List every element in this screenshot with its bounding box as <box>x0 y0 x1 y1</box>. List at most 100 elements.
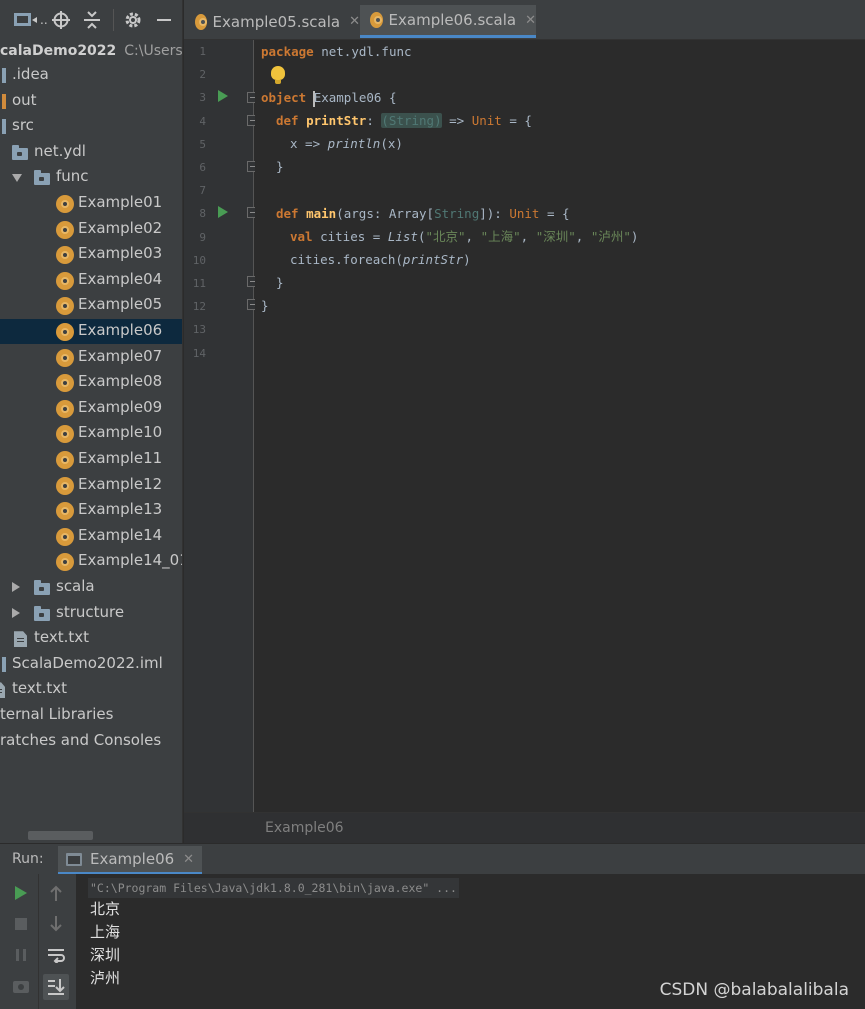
scala-object-icon <box>56 271 74 290</box>
tree-item[interactable]: Example14 <box>0 524 182 549</box>
scroll-to-end-icon[interactable] <box>43 974 69 1000</box>
line-number: 14 <box>192 346 206 360</box>
tab-label: Example06.scala <box>388 11 517 29</box>
scala-object-icon <box>56 374 74 393</box>
chevron-down-icon[interactable] <box>12 174 22 183</box>
tree-item[interactable]: out <box>0 89 182 114</box>
tree-item-label: Example11 <box>78 449 163 467</box>
tab-example05[interactable]: Example05.scala ✕ <box>192 5 360 38</box>
console-output-line: 北京 <box>90 900 121 918</box>
tree-item-scratches[interactable]: ratches and Consoles <box>0 729 182 754</box>
tree-item[interactable]: Example12 <box>0 473 182 498</box>
scala-file-icon <box>370 12 383 28</box>
tree-item[interactable]: Example09 <box>0 396 182 421</box>
close-icon[interactable]: ✕ <box>349 14 360 29</box>
project-toolbar: .. <box>0 0 182 40</box>
down-arrow-icon[interactable] <box>43 911 69 937</box>
tree-item-external-libraries[interactable]: ternal Libraries <box>0 703 182 728</box>
tree-item-label: net.ydl <box>34 141 86 160</box>
line-number: 11 <box>192 277 206 290</box>
pause-icon[interactable] <box>8 942 34 968</box>
close-icon[interactable]: ✕ <box>183 852 194 867</box>
minimize-icon[interactable] <box>156 9 172 31</box>
tree-item-label: out <box>12 90 37 109</box>
soft-wrap-icon[interactable] <box>43 942 69 968</box>
project-root-row[interactable]: calaDemo2022 C:\Users\ <box>0 38 182 63</box>
editor-tab-bar: Example05.scala ✕ Example06.scala ✕ <box>184 0 865 40</box>
text-file-icon <box>14 631 27 648</box>
gear-icon[interactable] <box>124 9 142 31</box>
chevron-right-icon[interactable] <box>12 582 20 592</box>
project-pane: .. calaDemo2022 C:\Users\ .idea out src net… <box>0 0 183 843</box>
tree-item[interactable]: Example04 <box>0 268 182 293</box>
tree-item[interactable]: Example10 <box>0 421 182 446</box>
line-number: 12 <box>192 300 206 314</box>
code-editor[interactable]: package net.ydl.func object Example06 { … <box>255 40 865 812</box>
tree-item[interactable]: text.txt <box>0 677 182 702</box>
tree-item-label: .idea <box>12 65 49 83</box>
tree-item[interactable]: structure <box>0 601 182 626</box>
line-number: 6 <box>199 161 206 174</box>
tree-item[interactable]: scala <box>0 575 182 600</box>
tab-label: Example05.scala <box>212 12 341 31</box>
breadcrumb[interactable]: Example06 <box>265 820 344 836</box>
line-number: 2 <box>199 68 206 82</box>
tree-item-label: Example08 <box>78 372 163 391</box>
camera-icon[interactable] <box>8 974 34 1000</box>
target-icon[interactable] <box>52 9 70 31</box>
rerun-icon[interactable] <box>8 880 34 906</box>
tree-item[interactable]: .idea <box>0 63 182 88</box>
tree-item[interactable]: Example02 <box>0 217 182 242</box>
up-arrow-icon[interactable] <box>43 880 69 906</box>
tree-item[interactable]: Example08 <box>0 370 182 395</box>
tree-item-label: Example12 <box>78 474 163 493</box>
console-icon <box>66 852 82 866</box>
tree-item[interactable]: src <box>0 114 182 139</box>
code-line-5: x => println(x) <box>290 136 403 151</box>
tree-item-label: text.txt <box>12 679 68 698</box>
tree-item[interactable]: net.ydl <box>0 140 182 165</box>
scala-object-icon <box>56 297 74 316</box>
tree-item[interactable]: Example13 <box>0 498 182 523</box>
scala-object-icon <box>56 527 74 546</box>
tree-item-label: Example04 <box>78 269 163 288</box>
tree-item[interactable]: Example11 <box>0 447 182 472</box>
tree-item[interactable]: Example03 <box>0 242 182 267</box>
folder-icon <box>2 68 6 83</box>
tree-item-label: Example13 <box>78 500 163 519</box>
run-tab-example06[interactable]: Example06 ✕ <box>58 846 203 875</box>
line-number: 9 <box>199 230 206 244</box>
tree-item[interactable]: Example05 <box>0 293 182 318</box>
run-gutter-icon[interactable] <box>218 206 228 218</box>
toolbar-dots: .. <box>40 13 48 27</box>
tree-item[interactable]: Example01 <box>0 191 182 216</box>
line-number: 7 <box>199 184 206 198</box>
line-number: 4 <box>199 114 206 128</box>
lightbulb-icon[interactable] <box>271 66 285 84</box>
tree-item-label: scala <box>56 577 95 595</box>
project-horizontal-scrollbar[interactable] <box>28 831 93 840</box>
text-file-icon <box>0 682 5 699</box>
line-number: 13 <box>192 323 206 337</box>
run-gutter-icon[interactable] <box>218 90 228 102</box>
stop-icon[interactable] <box>8 911 34 937</box>
chevron-right-icon[interactable] <box>12 607 20 618</box>
tree-item[interactable]: Example07 <box>0 345 182 370</box>
folder-icon <box>2 119 6 135</box>
scala-object-icon <box>56 476 74 495</box>
tree-item[interactable]: Example06 <box>0 319 182 344</box>
scala-object-icon <box>56 220 74 239</box>
project-view-icon[interactable] <box>14 9 40 31</box>
tree-item[interactable]: Example14_01 <box>0 549 182 574</box>
close-icon[interactable]: ✕ <box>525 13 536 28</box>
tree-item[interactable]: func <box>0 165 182 190</box>
tree-item-label: ratches and Consoles <box>0 730 162 749</box>
collapse-icon[interactable] <box>84 9 100 31</box>
package-folder-icon <box>12 144 28 160</box>
tab-example06[interactable]: Example06.scala ✕ <box>360 5 536 38</box>
console-output-line: 泸州 <box>90 969 121 987</box>
tree-item[interactable]: ScalaDemo2022.iml <box>0 652 182 677</box>
package-folder-icon <box>34 605 50 621</box>
tree-item[interactable]: text.txt <box>0 626 182 651</box>
package-folder-icon <box>34 170 50 186</box>
